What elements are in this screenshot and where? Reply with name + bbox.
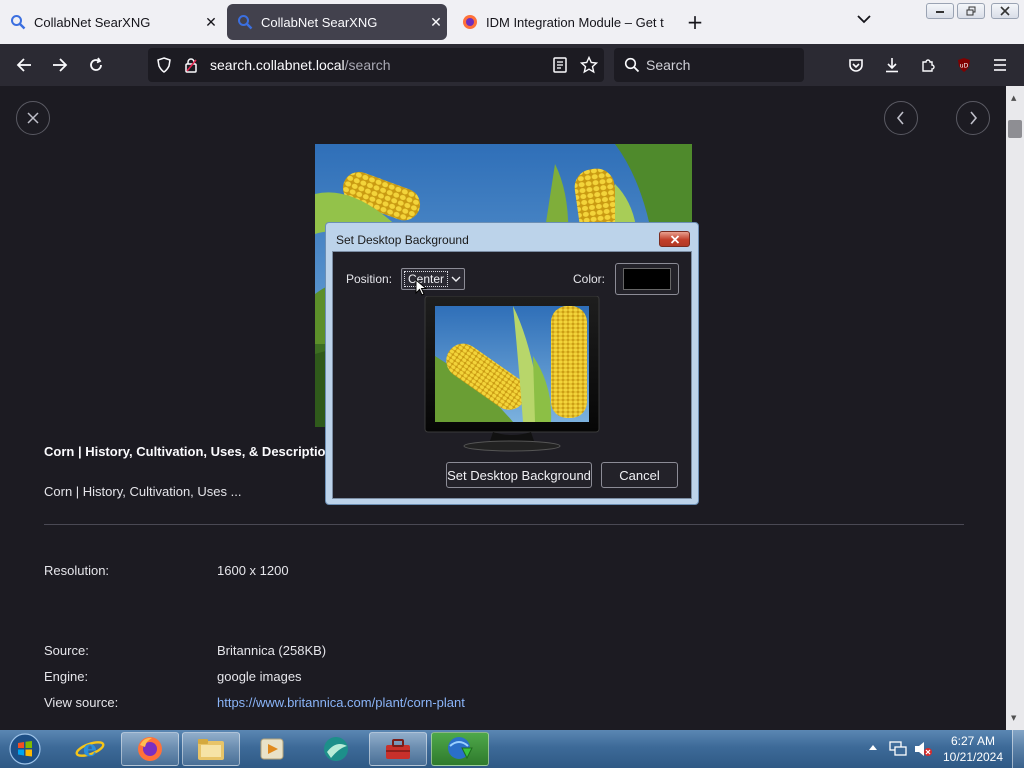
downloads-icon[interactable] [880,53,904,77]
new-tab-button[interactable]: + [684,10,706,34]
search-icon [10,14,26,30]
tab-collabnet-2[interactable]: CollabNet SearXNG ✕ [227,4,447,40]
show-desktop-button[interactable] [1012,730,1024,768]
reload-icon[interactable] [84,53,108,77]
source-label: Source: [44,643,89,658]
url-host: search.collabnet.local [210,57,345,73]
scroll-up-icon[interactable]: ▲ [1011,94,1016,102]
set-desktop-background-button[interactable]: Set Desktop Background [446,462,592,488]
chevron-right-icon [970,111,978,125]
dialog-title: Set Desktop Background [336,233,469,247]
clock-date: 10/21/2024 [942,750,1004,764]
close-window-button[interactable] [991,3,1019,19]
forward-arrow-icon[interactable] [48,53,72,77]
taskbar: e 6:27 AM 10/21/2024 [0,730,1024,768]
view-source-link[interactable]: https://www.britannica.com/plant/corn-pl… [217,695,465,710]
chevron-left-icon [896,111,904,125]
taskbar-firefox[interactable] [121,732,179,766]
tab-title: CollabNet SearXNG [34,14,151,30]
globe-app-icon [324,737,348,761]
set-desktop-background-dialog: Set Desktop Background Position: Center … [325,222,699,505]
url-text[interactable]: search.collabnet.local/search [210,57,391,73]
previous-image-button[interactable] [884,101,918,135]
internet-download-manager-icon [448,737,473,760]
reader-view-icon[interactable] [552,57,568,77]
search-bar[interactable]: Search [614,48,804,82]
view-source-label: View source: [44,695,119,710]
next-image-button[interactable] [956,101,990,135]
url-bar[interactable]: search.collabnet.local/search [148,48,604,82]
search-placeholder: Search [646,57,691,73]
close-tab-icon[interactable]: ✕ [425,14,447,31]
dialog-close-button[interactable] [659,231,690,247]
close-detail-button[interactable] [16,101,50,135]
taskbar-internet-explorer[interactable]: e [61,732,119,766]
minimize-button[interactable] [926,3,954,19]
engine-label: Engine: [44,669,89,684]
position-label: Position: [346,272,393,286]
navigation-toolbar: search.collabnet.local/search Search uD [0,44,1024,86]
taskbar-file-explorer[interactable] [182,732,240,766]
chevron-down-icon [451,273,461,288]
color-swatch [623,268,671,290]
color-picker-button[interactable] [615,263,679,295]
close-icon [27,112,39,124]
bookmark-star-icon[interactable] [579,55,599,78]
taskbar-toolbox[interactable] [369,732,427,766]
divider [44,524,964,525]
result-subtitle: Corn | History, Cultivation, Uses ... [44,484,242,499]
ublock-origin-icon[interactable]: uD [952,53,976,77]
tab-collabnet-1[interactable]: CollabNet SearXNG ✕ [0,4,222,40]
menu-hamburger-icon[interactable] [988,53,1012,77]
taskbar-idm[interactable] [431,732,489,766]
svg-text:uD: uD [960,63,969,70]
vertical-scrollbar[interactable]: ▲ ▼ [1006,86,1024,730]
taskbar-app-globe[interactable] [307,732,365,766]
tab-idm[interactable]: IDM Integration Module – Get t [452,4,670,40]
url-path: /search [344,57,391,73]
cancel-button[interactable]: Cancel [601,462,678,488]
engine-value: google images [217,669,302,684]
scroll-thumb[interactable] [1008,120,1022,138]
firefox-icon [138,737,162,761]
show-hidden-icons-icon[interactable] [868,742,878,757]
resolution-label: Resolution: [44,563,110,578]
result-title: Corn | History, Cultivation, Uses, & Des… [44,444,334,459]
extensions-puzzle-icon[interactable] [916,53,940,77]
folder-icon [198,739,224,760]
search-icon [237,14,253,30]
tab-strip: CollabNet SearXNG ✕ CollabNet SearXNG ✕ … [0,0,1024,44]
shield-icon[interactable] [156,57,172,77]
tab-title: IDM Integration Module – Get t [486,14,664,30]
back-arrow-icon[interactable] [12,53,36,77]
pocket-icon[interactable] [844,53,868,77]
start-button[interactable] [7,732,43,766]
svg-text:e: e [83,736,97,762]
toolbox-icon [386,739,410,759]
clock[interactable]: 6:27 AM 10/21/2024 [940,733,1006,765]
media-player-icon [260,738,284,760]
close-icon [670,234,679,244]
resolution-value: 1600 x 1200 [217,563,289,578]
close-tab-icon[interactable]: ✕ [200,14,222,31]
restore-button[interactable] [957,3,985,19]
color-label: Color: [573,272,606,286]
scroll-down-icon[interactable]: ▼ [1011,714,1016,722]
position-select[interactable]: Center [401,268,465,290]
taskbar-media-player[interactable] [243,732,301,766]
volume-muted-icon[interactable] [913,740,933,762]
source-value: Britannica (258KB) [217,643,327,658]
windows-start-icon [9,733,41,765]
monitor-preview [423,295,601,460]
tab-title: CollabNet SearXNG [261,14,378,30]
firefox-icon [462,14,478,30]
dialog-body: Position: Center Color: Set Desktop Back… [332,251,692,499]
list-tabs-chevron-icon[interactable] [852,12,876,32]
lock-icon[interactable] [184,57,198,77]
internet-explorer-icon: e [75,736,105,762]
network-icon[interactable] [888,740,908,762]
clock-time: 6:27 AM [950,734,996,748]
search-icon [624,57,640,77]
